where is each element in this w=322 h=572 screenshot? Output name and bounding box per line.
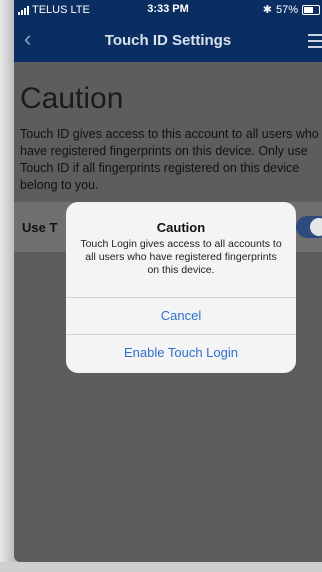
device-bottom-edge [0,562,322,572]
bluetooth-icon: ✱ [262,4,272,16]
toggle-label: Use T [22,220,58,235]
touch-id-toggle[interactable] [296,216,322,238]
cancel-button[interactable]: Cancel [66,298,296,334]
caution-description: Touch ID gives access to this account to… [20,127,319,192]
caution-heading: Caution [20,82,124,115]
alert-message: Touch Login gives access to all accounts… [80,238,282,276]
phone-screen: TELUS LTE 3:33 PM ✱ 57% ‹ Touch ID Setti… [14,0,322,562]
battery-icon [302,4,320,15]
navigation-bar: ‹ Touch ID Settings [14,20,322,62]
enable-touch-login-button[interactable]: Enable Touch Login [66,335,296,371]
page-title: Touch ID Settings [104,32,232,49]
caution-alert-dialog: Caution Touch Login gives access to all … [66,202,296,373]
hamburger-menu-icon[interactable] [308,34,322,52]
status-right: ✱ 57% [263,3,320,16]
alert-title: Caution [156,220,206,235]
device-frame-edge [0,0,14,572]
battery-percentage: 57% [275,3,298,16]
status-bar: TELUS LTE 3:33 PM ✱ 57% [14,0,322,20]
